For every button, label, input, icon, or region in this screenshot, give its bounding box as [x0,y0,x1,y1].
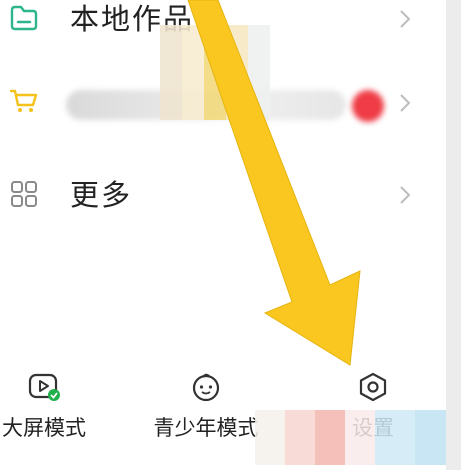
chevron-right-icon [400,94,411,112]
menu-item-more[interactable]: 更多 [0,164,446,224]
notification-badge [352,90,384,122]
teen-mode-button[interactable]: 青少年模式 [140,372,272,442]
tv-play-check-icon [28,373,60,401]
menu-panel: 本地作品 更多 大屏模式 青少年模式 [0,0,455,470]
cart-icon [9,89,38,112]
big-screen-mode-button[interactable]: 大屏模式 [0,372,94,442]
folder-icon [10,5,38,31]
child-face-icon [192,373,220,402]
bottom-item-label: 青少年模式 [153,416,259,440]
chevron-right-icon [400,186,411,204]
mosaic-overlay [255,410,455,465]
bottom-item-label: 大屏模式 [2,416,86,440]
mosaic-overlay [160,25,270,120]
settings-hex-icon [359,372,387,402]
right-edge-strip [446,0,461,470]
grid-icon [11,181,37,207]
menu-item-label: 更多 [70,178,133,212]
chevron-right-icon [400,10,411,28]
